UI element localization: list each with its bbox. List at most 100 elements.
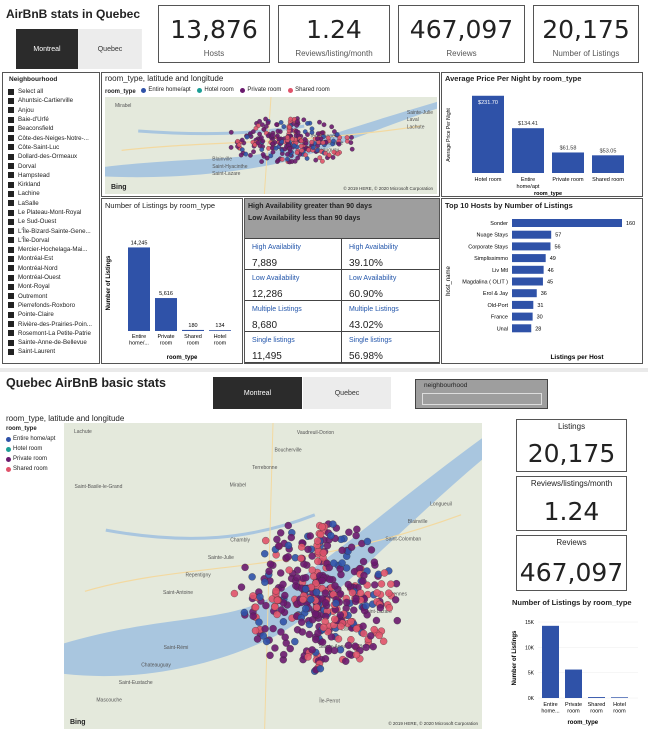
checkbox[interactable] xyxy=(8,302,14,309)
neighbourhood-item[interactable]: Ahuntsic-Cartierville xyxy=(8,96,97,105)
city-button-quebec-2[interactable]: Quebec xyxy=(303,377,391,409)
availability-label: High Availability xyxy=(349,244,398,251)
checkbox[interactable] xyxy=(8,172,14,179)
neighbourhood-item[interactable]: Mont-Royal xyxy=(8,282,97,291)
neighbourhood-item[interactable]: Hampstead xyxy=(8,171,97,180)
listing-point xyxy=(311,610,320,618)
listing-point xyxy=(291,637,299,646)
neighbourhood-item[interactable]: Dorval xyxy=(8,161,97,170)
neighbourhood-item[interactable]: Pointe-Claire xyxy=(8,310,97,319)
city-button-montreal-2[interactable]: Montreal xyxy=(213,377,302,409)
listing-point xyxy=(329,520,337,528)
chart-title: Top 10 Hosts by Number of Listings xyxy=(445,201,573,210)
listing-point xyxy=(330,559,338,567)
legend-shared-room[interactable]: Shared room xyxy=(6,464,55,474)
neighbourhood-item[interactable]: Saint-Laurent xyxy=(8,347,97,356)
neighbourhood-item[interactable]: Rosemont-La Petite-Patrie xyxy=(8,329,97,338)
legend-hotel-room[interactable]: Hotel room xyxy=(6,444,55,454)
checkbox[interactable] xyxy=(8,311,14,318)
checkbox[interactable] xyxy=(8,265,14,272)
checkbox[interactable] xyxy=(8,125,14,132)
checkbox[interactable] xyxy=(8,330,14,337)
checkbox[interactable] xyxy=(8,97,14,104)
checkbox[interactable] xyxy=(8,181,14,188)
neighbourhood-item[interactable]: Dollard-des-Ormeaux xyxy=(8,152,97,161)
neighbourhood-item[interactable]: Baie-d'Urfé xyxy=(8,115,97,124)
tick-label: Magdalina ( OLIT ) xyxy=(462,280,508,286)
neighbourhood-item[interactable]: Rivière-des-Prairies-Poin... xyxy=(8,319,97,328)
map2-svg: Lachute Mirabel Saint-Colomban Saint-Antoin… xyxy=(64,423,482,729)
bar xyxy=(512,219,622,227)
checkbox[interactable] xyxy=(8,144,14,151)
place-label: Saint-Antoine xyxy=(163,590,193,596)
listing-point xyxy=(305,132,310,137)
checkbox[interactable] xyxy=(8,255,14,262)
checkbox[interactable] xyxy=(8,274,14,281)
checkbox[interactable] xyxy=(8,348,14,355)
checkbox[interactable] xyxy=(8,321,14,328)
tick-label: Erol & Jay xyxy=(483,291,508,297)
map2-canvas[interactable]: Lachute Mirabel Saint-Colomban Saint-Antoin… xyxy=(64,423,482,729)
checkbox[interactable] xyxy=(8,209,14,216)
checkbox[interactable] xyxy=(8,153,14,160)
neighbourhood-item[interactable]: Montréal-Nord xyxy=(8,264,97,273)
listing-point xyxy=(344,580,352,589)
bar xyxy=(565,669,582,698)
city-button-montreal[interactable]: Montreal xyxy=(16,29,78,69)
map-canvas[interactable]: MirabelBlainvilleTerrebonneSainte-JulieS… xyxy=(105,97,437,194)
legend-hotel-room[interactable]: Hotel room xyxy=(197,87,234,93)
neighbourhood-item[interactable]: Anjou xyxy=(8,106,97,115)
checkbox[interactable] xyxy=(8,116,14,123)
city-button-quebec[interactable]: Quebec xyxy=(79,29,141,69)
availability-header-line2: Low Availability less than 90 days xyxy=(248,215,361,222)
avg-price-chart: Average Price Per Night by room_type Ave… xyxy=(441,72,643,197)
listing-point xyxy=(344,641,353,650)
checkbox[interactable] xyxy=(8,218,14,225)
listing-point xyxy=(331,615,339,623)
legend-private-room[interactable]: Private room xyxy=(240,87,281,93)
neighbourhood-item[interactable]: LaSalle xyxy=(8,199,97,208)
legend-private-room[interactable]: Private room xyxy=(6,454,55,464)
bar xyxy=(472,95,504,173)
listing-point xyxy=(273,535,281,544)
checkbox[interactable] xyxy=(8,190,14,197)
listing-point xyxy=(251,626,260,635)
neighbourhood-item[interactable]: L'Île-Bizard-Sainte-Gene... xyxy=(8,226,97,235)
neighbourhood-item[interactable]: Kirkland xyxy=(8,180,97,189)
legend-entire-home[interactable]: Entire home/apt xyxy=(6,434,55,444)
checkbox[interactable] xyxy=(8,107,14,114)
neighbourhood-item[interactable]: Lachine xyxy=(8,189,97,198)
neighbourhood-item[interactable]: L'Île-Dorval xyxy=(8,236,97,245)
neighbourhood-item[interactable]: Le Plateau-Mont-Royal xyxy=(8,208,97,217)
checkbox[interactable] xyxy=(8,339,14,346)
checkbox[interactable] xyxy=(8,293,14,300)
neighbourhood-item[interactable]: Outremont xyxy=(8,292,97,301)
legend-entire-home[interactable]: Entire home/apt xyxy=(141,87,191,93)
checkbox[interactable] xyxy=(8,246,14,253)
neighbourhood-item[interactable]: Montréal-Est xyxy=(8,254,97,263)
checkbox[interactable] xyxy=(8,283,14,290)
place-label: Repentigny xyxy=(185,573,211,579)
page1-title: AirBnB stats in Quebec xyxy=(6,7,141,21)
neighbourhood-item[interactable]: Côte-Saint-Luc xyxy=(8,143,97,152)
neighbourhood-item[interactable]: Pierrefonds-Roxboro xyxy=(8,301,97,310)
neighbourhood-item[interactable]: Select all xyxy=(8,87,97,96)
neighbourhood-item[interactable]: Sainte-Anne-de-Bellevue xyxy=(8,338,97,347)
neighbourhood-item[interactable]: Côte-des-Neiges-Notre-... xyxy=(8,133,97,142)
legend-shared-room[interactable]: Shared room xyxy=(288,87,330,93)
checkbox[interactable] xyxy=(8,200,14,207)
neighbourhood-item[interactable]: Mercier-Hochelaga-Mai... xyxy=(8,245,97,254)
checkbox[interactable] xyxy=(8,88,14,95)
listing-point xyxy=(262,637,271,646)
neighbourhood-dropdown[interactable] xyxy=(422,393,542,405)
checkbox[interactable] xyxy=(8,237,14,244)
neighbourhood-item[interactable]: Le Sud-Ouest xyxy=(8,217,97,226)
checkbox[interactable] xyxy=(8,228,14,235)
checkbox[interactable] xyxy=(8,163,14,170)
data-label: 14,245 xyxy=(131,240,148,246)
neighbourhood-item[interactable]: Montréal-Ouest xyxy=(8,273,97,282)
checkbox[interactable] xyxy=(8,135,14,142)
neighbourhood-item[interactable]: Beaconsfield xyxy=(8,124,97,133)
tick-label: Sonder xyxy=(490,221,508,227)
x-axis-label: room_type xyxy=(534,191,562,197)
